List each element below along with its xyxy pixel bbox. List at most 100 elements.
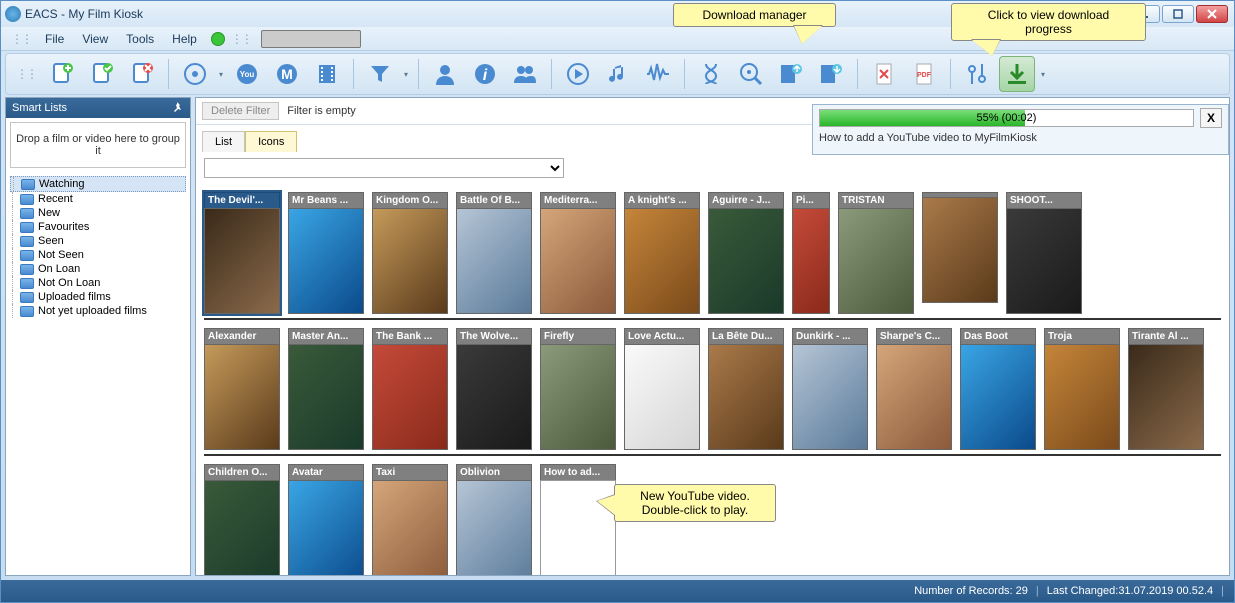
smart-lists-tree: WatchingRecentNewFavouritesSeenNot SeenO… <box>10 176 186 318</box>
film-card[interactable]: The Wolve... <box>456 328 532 450</box>
m-icon[interactable]: M <box>269 56 305 92</box>
sidebar-header: Smart Lists <box>6 98 190 118</box>
pin-icon[interactable] <box>170 101 184 115</box>
play-icon[interactable] <box>560 56 596 92</box>
film-card[interactable]: Alexander <box>204 328 280 450</box>
film-poster <box>876 344 952 450</box>
settings-icon[interactable] <box>959 56 995 92</box>
film-title: Sharpe's C... <box>876 328 952 344</box>
film-card[interactable]: Children O... <box>204 464 280 575</box>
film-poster <box>204 480 280 575</box>
film-card[interactable]: The Devil'... <box>204 192 280 314</box>
film-card[interactable]: La Bête Du... <box>708 328 784 450</box>
film-title: A knight's ... <box>624 192 700 208</box>
sidebar-item[interactable]: On Loan <box>10 262 186 276</box>
film-card[interactable]: The Bank ... <box>372 328 448 450</box>
film-title: Children O... <box>204 464 280 480</box>
film-card[interactable]: Avatar <box>288 464 364 575</box>
sidebar-item[interactable]: Uploaded films <box>10 290 186 304</box>
filter-icon[interactable] <box>362 56 398 92</box>
menu-help[interactable]: Help <box>164 30 205 48</box>
tab-list[interactable]: List <box>202 131 245 152</box>
sidebar-item[interactable]: Watching <box>10 176 186 192</box>
film-poster <box>792 208 830 314</box>
disc-dropdown[interactable] <box>217 56 225 92</box>
close-button[interactable] <box>1196 5 1228 23</box>
new-doc-plus-icon[interactable] <box>44 56 80 92</box>
maximize-button[interactable] <box>1162 5 1194 23</box>
film-card[interactable]: Love Actu... <box>624 328 700 450</box>
sidebar-item[interactable]: Favourites <box>10 220 186 234</box>
search-dropdown[interactable] <box>204 158 564 178</box>
svg-text:PDF: PDF <box>917 72 932 79</box>
waveform-icon[interactable] <box>640 56 676 92</box>
film-icon[interactable] <box>309 56 345 92</box>
dna-icon[interactable] <box>693 56 729 92</box>
download-manager-button[interactable] <box>999 56 1035 92</box>
film-title: Pi... <box>792 192 830 208</box>
film-title: La Bête Du... <box>708 328 784 344</box>
film-card[interactable]: SHOOT... <box>1006 192 1082 314</box>
film-card[interactable]: Taxi <box>372 464 448 575</box>
film-card[interactable]: Mediterra... <box>540 192 616 314</box>
download-dropdown[interactable] <box>1039 56 1047 92</box>
delete-filter-button[interactable]: Delete Filter <box>202 102 279 120</box>
film-card[interactable]: TRISTAN <box>838 192 914 314</box>
film-poster <box>204 344 280 450</box>
film-card[interactable]: How to ad... <box>540 464 616 575</box>
sidebar-item-label: Seen <box>38 235 64 247</box>
menu-search-box[interactable] <box>261 30 361 48</box>
last-changed: Last Changed:31.07.2019 00.52.4 <box>1047 585 1213 597</box>
pdf-icon[interactable]: PDF <box>906 56 942 92</box>
film-card[interactable]: Das Boot <box>960 328 1036 450</box>
film-poster <box>288 208 364 314</box>
disc-search-icon[interactable] <box>733 56 769 92</box>
doc-delete-icon[interactable] <box>124 56 160 92</box>
film-card[interactable]: Tirante Al ... <box>1128 328 1204 450</box>
film-card[interactable]: Aguirre - J... <box>708 192 784 314</box>
folder-icon <box>21 179 35 190</box>
film-title: Aguirre - J... <box>708 192 784 208</box>
sidebar-item[interactable]: Not Seen <box>10 248 186 262</box>
download-close-button[interactable]: X <box>1200 108 1222 128</box>
sidebar-item[interactable]: Recent <box>10 192 186 206</box>
disc-icon[interactable] <box>177 56 213 92</box>
menu-file[interactable]: File <box>37 30 72 48</box>
film-poster <box>960 344 1036 450</box>
film-card[interactable]: Oblivion <box>456 464 532 575</box>
music-icon[interactable] <box>600 56 636 92</box>
film-card[interactable]: Pi... <box>792 192 830 314</box>
sidebar-item[interactable]: Not On Loan <box>10 276 186 290</box>
person-icon[interactable] <box>427 56 463 92</box>
youtube-icon[interactable]: You <box>229 56 265 92</box>
film-card[interactable]: Kingdom O... <box>372 192 448 314</box>
doc-check-icon[interactable] <box>84 56 120 92</box>
tab-icons[interactable]: Icons <box>245 131 297 152</box>
menu-tools[interactable]: Tools <box>118 30 162 48</box>
film-card[interactable]: Sharpe's C... <box>876 328 952 450</box>
people-icon[interactable] <box>507 56 543 92</box>
drop-zone[interactable]: Drop a film or video here to group it <box>10 122 186 168</box>
menu-view[interactable]: View <box>74 30 116 48</box>
film-down-icon[interactable] <box>813 56 849 92</box>
film-card[interactable]: Battle Of B... <box>456 192 532 314</box>
film-up-icon[interactable] <box>773 56 809 92</box>
film-card[interactable]: Master An... <box>288 328 364 450</box>
film-card[interactable]: Firefly <box>540 328 616 450</box>
record-count: Number of Records: 29 <box>914 585 1028 597</box>
app-icon <box>5 6 21 22</box>
download-description: How to add a YouTube video to MyFilmKios… <box>819 132 1222 144</box>
film-card[interactable]: Troja <box>1044 328 1120 450</box>
sidebar-item[interactable]: Seen <box>10 234 186 248</box>
filter-dropdown[interactable] <box>402 56 410 92</box>
film-card[interactable]: Mr Beans ... <box>288 192 364 314</box>
callout-text: Click to view downloadprogress <box>988 8 1109 36</box>
sidebar-item[interactable]: New <box>10 206 186 220</box>
film-card[interactable]: Dunkirk - ... <box>792 328 868 450</box>
info-icon[interactable]: i <box>467 56 503 92</box>
film-card[interactable]: A knight's ... <box>624 192 700 314</box>
sidebar-item[interactable]: Not yet uploaded films <box>10 304 186 318</box>
doc-x-icon[interactable] <box>866 56 902 92</box>
film-title: Kingdom O... <box>372 192 448 208</box>
film-card[interactable] <box>922 192 998 314</box>
